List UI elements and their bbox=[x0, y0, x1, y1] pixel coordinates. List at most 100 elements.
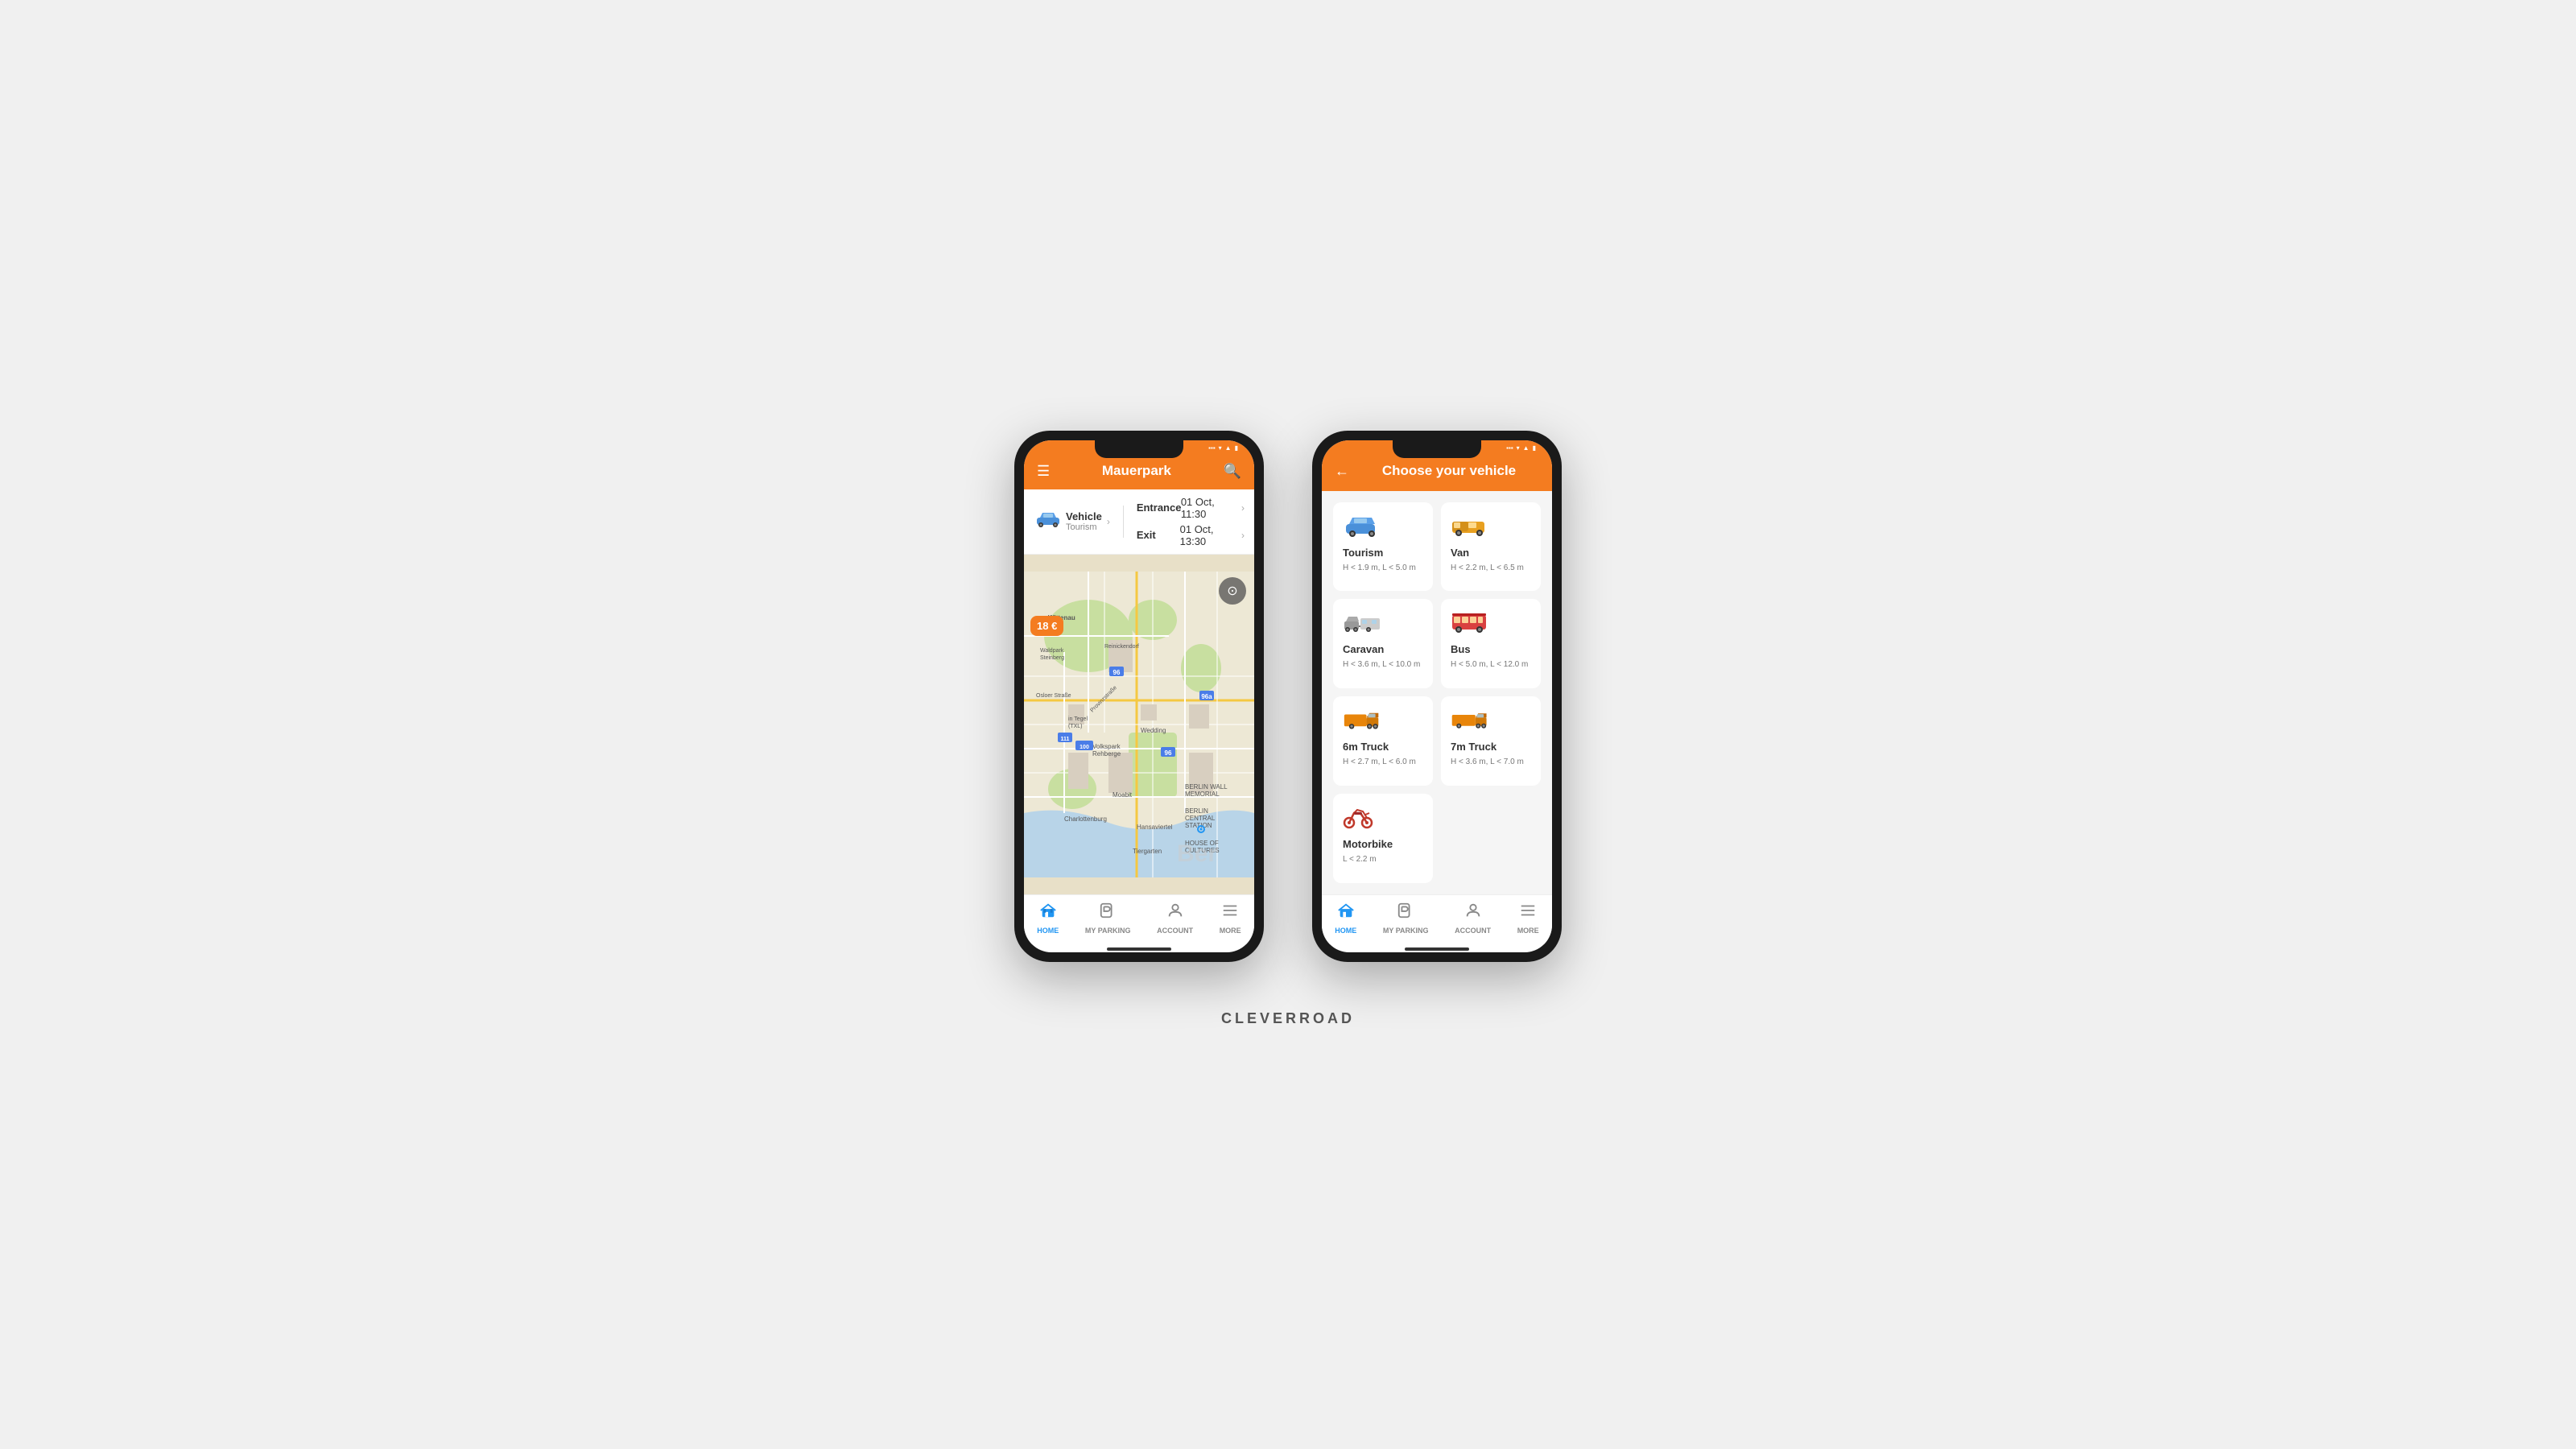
nav-parking[interactable]: MY PARKING bbox=[1085, 902, 1131, 935]
phone-1-inner: ▪▪▪▾▲▮ ☰ Mauerpark 🔍 bbox=[1024, 440, 1254, 952]
account-label: ACCOUNT bbox=[1157, 927, 1193, 935]
nav2-account[interactable]: ACCOUNT bbox=[1455, 902, 1491, 935]
phone-1: ▪▪▪▾▲▮ ☰ Mauerpark 🔍 bbox=[1014, 431, 1264, 962]
svg-text:96: 96 bbox=[1113, 669, 1121, 676]
exit-label: Exit bbox=[1137, 529, 1180, 541]
svg-text:Volkspark: Volkspark bbox=[1092, 743, 1121, 750]
vehicle-info: Vehicle Tourism bbox=[1066, 510, 1102, 532]
status-icons-2: ▪▪▪▾▲▮ bbox=[1506, 444, 1536, 452]
nav2-home[interactable]: HOME bbox=[1335, 902, 1356, 935]
parking2-icon bbox=[1397, 902, 1414, 924]
map-title: Mauerpark bbox=[1102, 463, 1171, 479]
vehicle-card-van[interactable]: Van H < 2.2 m, L < 6.5 m bbox=[1441, 502, 1541, 592]
svg-text:Waldpark: Waldpark bbox=[1040, 648, 1064, 654]
home-label: HOME bbox=[1037, 927, 1059, 935]
caravan-dims: H < 3.6 m, L < 10.0 m bbox=[1343, 660, 1423, 669]
caravan-icon bbox=[1343, 610, 1423, 638]
account2-label: ACCOUNT bbox=[1455, 927, 1491, 935]
svg-text:Ber: Ber bbox=[1177, 840, 1217, 867]
svg-text:96a: 96a bbox=[1201, 693, 1212, 700]
search-icon[interactable]: 🔍 bbox=[1224, 463, 1241, 480]
motorbike-dims: L < 2.2 m bbox=[1343, 855, 1423, 864]
van-name: Van bbox=[1451, 547, 1531, 559]
map-area[interactable]: Osloer Straße Provinzstraße Wittenau Wal… bbox=[1024, 555, 1254, 894]
svg-text:Rehberge: Rehberge bbox=[1092, 750, 1121, 758]
nav-more[interactable]: MORE bbox=[1220, 902, 1241, 935]
truck7-name: 7m Truck bbox=[1451, 741, 1531, 753]
svg-text:MEMORIAL: MEMORIAL bbox=[1185, 791, 1220, 798]
vehicle-grid: Tourism H < 1.9 m, L < 5.0 m bbox=[1322, 491, 1552, 894]
home-indicator-1 bbox=[1107, 947, 1171, 951]
svg-text:Reinickendorf: Reinickendorf bbox=[1104, 644, 1139, 650]
back-button[interactable]: ← bbox=[1335, 463, 1349, 480]
price-badge[interactable]: 18 € bbox=[1030, 616, 1063, 636]
bottom-nav-1: HOME MY PARKING bbox=[1024, 894, 1254, 944]
svg-text:96: 96 bbox=[1165, 749, 1172, 757]
exit-row[interactable]: Exit 01 Oct, 13:30 › bbox=[1137, 523, 1245, 547]
truck6-dims: H < 2.7 m, L < 6.0 m bbox=[1343, 758, 1423, 766]
entrance-label: Entrance bbox=[1137, 502, 1181, 514]
vehicle-label: Vehicle bbox=[1066, 510, 1102, 522]
vehicle-card-tourism[interactable]: Tourism H < 1.9 m, L < 5.0 m bbox=[1333, 502, 1433, 592]
parking-label: MY PARKING bbox=[1085, 927, 1131, 935]
svg-text:Tiergarten: Tiergarten bbox=[1133, 848, 1162, 855]
motorbike-icon bbox=[1343, 805, 1423, 833]
phone-2: ▪▪▪▾▲▮ ← Choose your vehicle bbox=[1312, 431, 1562, 962]
vehicle-arrow: › bbox=[1107, 516, 1110, 527]
entrance-arrow: › bbox=[1241, 502, 1245, 514]
svg-text:BERLIN WALL: BERLIN WALL bbox=[1185, 783, 1228, 791]
home-indicator-2 bbox=[1405, 947, 1469, 951]
svg-text:111: 111 bbox=[1061, 737, 1070, 742]
home2-label: HOME bbox=[1335, 927, 1356, 935]
divider bbox=[1123, 506, 1124, 538]
svg-text:BERLIN: BERLIN bbox=[1185, 807, 1208, 815]
more-icon bbox=[1221, 902, 1239, 924]
nav-home[interactable]: HOME bbox=[1037, 902, 1059, 935]
exit-arrow: › bbox=[1241, 530, 1245, 541]
nav2-parking[interactable]: MY PARKING bbox=[1383, 902, 1429, 935]
vehicle-card-truck7[interactable]: 7m Truck H < 3.6 m, L < 7.0 m bbox=[1441, 696, 1541, 786]
vehicle-card-truck6[interactable]: 6m Truck H < 2.7 m, L < 6.0 m bbox=[1333, 696, 1433, 786]
phone-2-inner: ▪▪▪▾▲▮ ← Choose your vehicle bbox=[1322, 440, 1552, 952]
svg-text:Osloer Straße: Osloer Straße bbox=[1036, 693, 1071, 699]
nav-account[interactable]: ACCOUNT bbox=[1157, 902, 1193, 935]
vehicle-card-bus[interactable]: Bus H < 5.0 m, L < 12.0 m bbox=[1441, 599, 1541, 688]
compass-button[interactable]: ⊙ bbox=[1219, 577, 1246, 605]
home-icon bbox=[1039, 902, 1057, 924]
account2-icon bbox=[1464, 902, 1482, 924]
brand-label: CLEVERROAD bbox=[1221, 1010, 1355, 1051]
truck7-icon bbox=[1451, 708, 1531, 736]
notch-2 bbox=[1393, 440, 1481, 458]
vehicle-selector[interactable]: Vehicle Tourism › bbox=[1034, 510, 1110, 533]
menu-icon[interactable]: ☰ bbox=[1037, 463, 1050, 480]
vehicle-sub: Tourism bbox=[1066, 522, 1102, 532]
truck7-dims: H < 3.6 m, L < 7.0 m bbox=[1451, 758, 1531, 766]
bus-icon bbox=[1451, 610, 1531, 638]
van-dims: H < 2.2 m, L < 6.5 m bbox=[1451, 564, 1531, 572]
tourism-icon bbox=[1343, 514, 1423, 542]
notch-1 bbox=[1095, 440, 1183, 458]
entrance-row[interactable]: Entrance 01 Oct, 11:30 › bbox=[1137, 496, 1245, 520]
home2-icon bbox=[1337, 902, 1355, 924]
bus-dims: H < 5.0 m, L < 12.0 m bbox=[1451, 660, 1531, 669]
times-column: Entrance 01 Oct, 11:30 › Exit 01 Oct, 13… bbox=[1137, 496, 1245, 547]
tourism-name: Tourism bbox=[1343, 547, 1423, 559]
more-label: MORE bbox=[1220, 927, 1241, 935]
more2-icon bbox=[1519, 902, 1537, 924]
parking2-label: MY PARKING bbox=[1383, 927, 1429, 935]
page-title: Choose your vehicle bbox=[1359, 463, 1539, 479]
nav2-more[interactable]: MORE bbox=[1517, 902, 1539, 935]
tourism-dims: H < 1.9 m, L < 5.0 m bbox=[1343, 564, 1423, 572]
vehicle-car-icon bbox=[1034, 510, 1063, 533]
account-icon bbox=[1166, 902, 1184, 924]
bottom-nav-2: HOME MY PARKING bbox=[1322, 894, 1552, 944]
svg-text:Wedding: Wedding bbox=[1141, 727, 1166, 734]
phones-container: ▪▪▪▾▲▮ ☰ Mauerpark 🔍 bbox=[982, 398, 1594, 994]
svg-text:Charlottenburg: Charlottenburg bbox=[1064, 815, 1107, 823]
vehicle-card-caravan[interactable]: Caravan H < 3.6 m, L < 10.0 m bbox=[1333, 599, 1433, 688]
entrance-time: 01 Oct, 11:30 bbox=[1181, 496, 1241, 520]
truck6-name: 6m Truck bbox=[1343, 741, 1423, 753]
svg-text:in Tegel: in Tegel bbox=[1068, 716, 1088, 722]
vehicle-card-motorbike[interactable]: Motorbike L < 2.2 m bbox=[1333, 794, 1433, 883]
van-icon bbox=[1451, 514, 1531, 542]
